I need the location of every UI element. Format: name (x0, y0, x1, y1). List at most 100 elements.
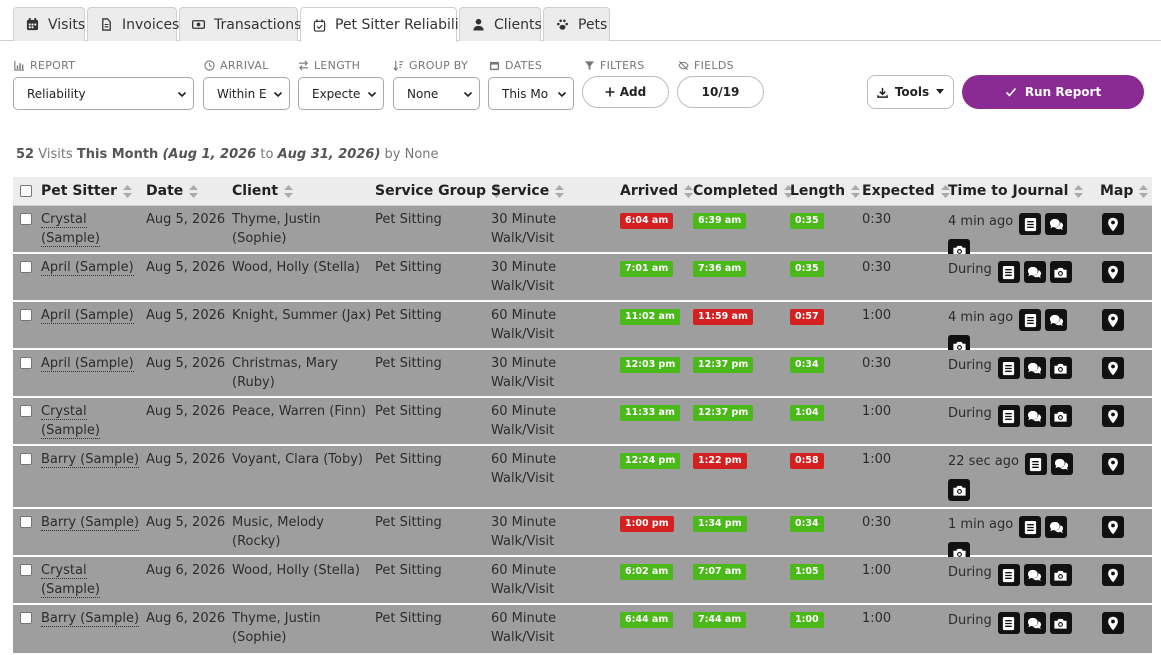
camera-icon[interactable] (948, 479, 970, 501)
row-checkbox[interactable] (20, 453, 32, 465)
camera-icon[interactable] (1049, 357, 1072, 379)
table-row[interactable]: Crystal (Sample) Aug 5, 2026 Peace, Warren … (13, 398, 1152, 446)
chat-icon[interactable] (1045, 309, 1068, 331)
journal-icon[interactable] (997, 612, 1020, 634)
run-report-button[interactable]: Run Report (962, 75, 1144, 109)
pet-sitter-link[interactable]: Crystal (Sample) (41, 210, 141, 248)
map-pin-icon[interactable] (1102, 453, 1124, 475)
camera-icon[interactable] (1049, 405, 1072, 427)
sort-icon[interactable] (1133, 184, 1149, 198)
map-pin-icon[interactable] (1102, 405, 1124, 427)
header-client[interactable]: Client (232, 183, 294, 199)
arrival-select[interactable]: Within E (203, 77, 290, 110)
tab-clients[interactable]: Clients (459, 7, 542, 41)
header-map[interactable]: Map (1100, 183, 1149, 199)
map-pin-icon[interactable] (1102, 516, 1124, 538)
journal-icon[interactable] (1019, 213, 1042, 235)
row-checkbox[interactable] (20, 261, 32, 273)
journal-icon[interactable] (997, 405, 1020, 427)
row-checkbox[interactable] (20, 564, 32, 576)
table-row[interactable]: Crystal (Sample) Aug 6, 2026 Wood, Holly (S… (13, 557, 1152, 605)
fields-button[interactable]: 10/19 (677, 76, 764, 108)
camera-icon[interactable] (1049, 564, 1072, 586)
map-pin-icon[interactable] (1102, 309, 1124, 331)
sort-icon[interactable] (549, 184, 565, 198)
tab-pet-sitter-reliability[interactable]: Pet Sitter Reliability (300, 7, 472, 42)
pet-sitter-link[interactable]: Barry (Sample) (41, 609, 141, 628)
journal-icon[interactable] (1024, 453, 1047, 475)
row-checkbox[interactable] (20, 405, 32, 417)
sort-icon[interactable] (278, 184, 294, 198)
map-pin-icon[interactable] (1102, 357, 1124, 379)
tab-visits[interactable]: Visits (13, 7, 85, 41)
row-checkbox[interactable] (20, 516, 32, 528)
sort-icon[interactable] (117, 184, 132, 198)
sort-icon[interactable] (845, 184, 861, 198)
expected-length: 1:00 (862, 308, 892, 323)
header-length[interactable]: Length (790, 183, 861, 199)
header-time-to-journal[interactable]: Time to Journal (948, 183, 1084, 199)
chat-icon[interactable] (1023, 357, 1046, 379)
group-by-select[interactable]: None (393, 77, 480, 110)
tab-pets[interactable]: Pets (543, 7, 610, 41)
pet-sitter-link[interactable]: Barry (Sample) (41, 513, 141, 532)
table-row[interactable]: Barry (Sample) Aug 5, 2026 Voyant, Clara (… (13, 446, 1152, 509)
header-pet-sitter[interactable]: Pet Sitter (41, 183, 132, 199)
pet-sitter-link[interactable]: April (Sample) (41, 306, 141, 325)
journal-icon[interactable] (1019, 309, 1042, 331)
pet-sitter-link[interactable]: April (Sample) (41, 354, 141, 373)
completed-badge: 7:36 am (693, 261, 747, 277)
pet-sitter-link[interactable]: April (Sample) (41, 258, 141, 277)
header-date[interactable]: Date (146, 183, 199, 199)
journal-icon[interactable] (997, 564, 1020, 586)
map-pin-icon[interactable] (1102, 261, 1124, 283)
journal-icon[interactable] (997, 357, 1020, 379)
service-group: Pet Sitting (375, 563, 442, 578)
table-row[interactable]: April (Sample) Aug 5, 2026 Knight, Summer … (13, 302, 1152, 357)
header-expected[interactable]: Expected (862, 183, 950, 199)
chat-icon[interactable] (1023, 261, 1046, 283)
table-row[interactable]: Barry (Sample) Aug 6, 2026 Thyme, Justin (S… (13, 605, 1152, 655)
select-all-checkbox[interactable] (20, 185, 32, 197)
length-select[interactable]: Expecte (298, 77, 384, 110)
header-completed[interactable]: Completed (693, 183, 794, 199)
chat-icon[interactable] (1023, 405, 1046, 427)
header-arrived[interactable]: Arrived (620, 183, 694, 199)
dates-select[interactable]: This Mo (488, 77, 574, 110)
journal-icon[interactable] (1019, 516, 1042, 538)
sort-icon[interactable] (183, 184, 199, 198)
table-row[interactable]: Barry (Sample) Aug 5, 2026 Music, Melody (… (13, 509, 1152, 564)
pet-sitter-link[interactable]: Crystal (Sample) (41, 402, 141, 440)
pet-sitter-link[interactable]: Barry (Sample) (41, 450, 141, 469)
sort-icon[interactable] (678, 184, 694, 198)
chat-icon[interactable] (1045, 516, 1068, 538)
tab-transactions[interactable]: Transactions (179, 7, 301, 41)
header-service[interactable]: Service (491, 183, 565, 199)
header-service-group[interactable]: Service Group (375, 183, 502, 199)
map-pin-icon[interactable] (1102, 564, 1124, 586)
tools-button[interactable]: Tools (867, 75, 954, 109)
tab-invoices[interactable]: Invoices (87, 7, 179, 41)
chat-icon[interactable] (1050, 453, 1073, 475)
camera-icon[interactable] (1049, 261, 1072, 283)
row-checkbox[interactable] (20, 213, 32, 225)
add-filter-button[interactable]: Add (582, 76, 669, 108)
table-row[interactable]: April (Sample) Aug 5, 2026 Wood, Holly (St… (13, 254, 1152, 302)
table-row[interactable]: Crystal (Sample) Aug 5, 2026 Thyme, Justin(… (13, 206, 1152, 261)
table-row[interactable]: April (Sample) Aug 5, 2026 Christmas, Mary… (13, 350, 1152, 398)
row-checkbox[interactable] (20, 612, 32, 624)
chat-icon[interactable] (1023, 564, 1046, 586)
report-select[interactable]: Reliability (13, 77, 194, 110)
sort-icon[interactable] (1068, 184, 1084, 198)
pet-sitter-link[interactable]: Crystal (Sample) (41, 561, 141, 599)
visit-date: Aug 6, 2026 (146, 611, 226, 626)
length-badge: 0:34 (790, 516, 824, 532)
row-checkbox[interactable] (20, 309, 32, 321)
map-pin-icon[interactable] (1102, 213, 1124, 235)
journal-icon[interactable] (997, 261, 1020, 283)
chat-icon[interactable] (1023, 612, 1046, 634)
camera-icon[interactable] (1049, 612, 1072, 634)
chat-icon[interactable] (1045, 213, 1068, 235)
row-checkbox[interactable] (20, 357, 32, 369)
map-pin-icon[interactable] (1102, 612, 1124, 634)
